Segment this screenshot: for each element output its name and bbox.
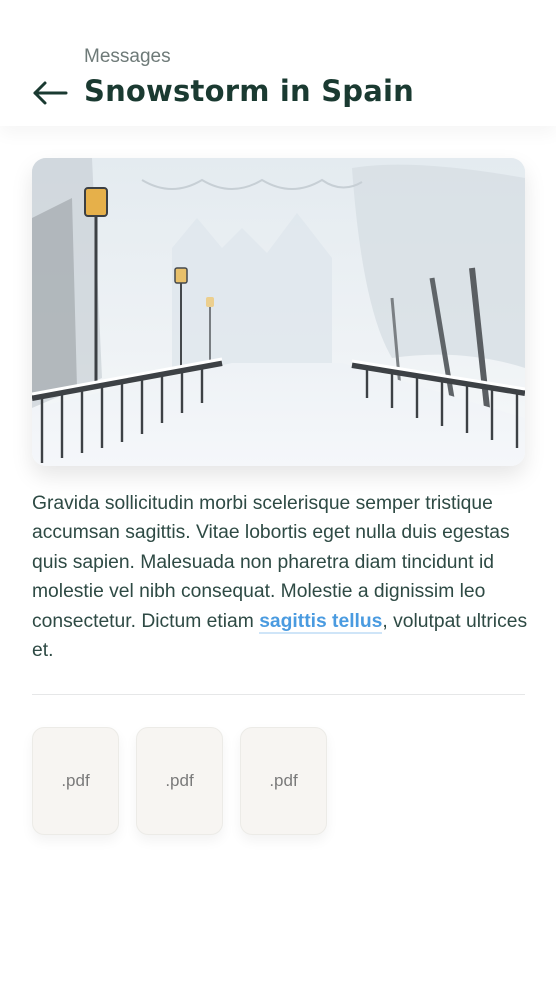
body-link[interactable]: sagittis tellus [259, 610, 383, 634]
message-body: Gravida sollicitudin morbi scelerisque s… [32, 489, 528, 665]
back-button[interactable] [32, 80, 68, 106]
pdf-attachment[interactable]: .pdf [240, 727, 327, 835]
pdf-attachment[interactable]: .pdf [32, 727, 119, 835]
top-header: Messages Snowstorm in Spain [0, 0, 556, 126]
hero-image [32, 158, 525, 466]
divider [32, 694, 525, 695]
photo-icon [32, 158, 525, 466]
page-title: Snowstorm in Spain [84, 74, 414, 108]
attachments-list: .pdf .pdf .pdf [32, 727, 327, 835]
breadcrumb-subtitle: Messages [84, 46, 171, 67]
arrow-left-icon [33, 81, 68, 105]
pdf-attachment[interactable]: .pdf [136, 727, 223, 835]
